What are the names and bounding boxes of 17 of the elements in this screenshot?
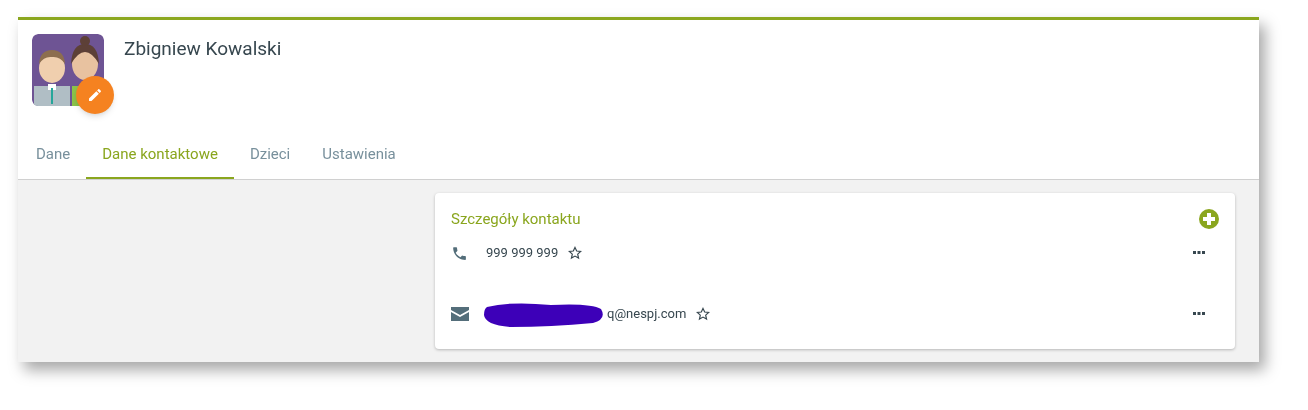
star-icon[interactable] (568, 246, 583, 260)
tab[interactable]: Dzieci (233, 132, 307, 179)
envelope-icon (451, 307, 469, 321)
add-icon[interactable] (1199, 209, 1219, 229)
card-title: Szczegóły kontaktu (451, 208, 581, 230)
more-icon[interactable] (1193, 312, 1205, 316)
contact-value: q@nespj.com (607, 305, 687, 324)
edit-button[interactable] (76, 76, 114, 114)
tab[interactable]: Dane (20, 132, 87, 179)
star-icon[interactable] (696, 307, 711, 321)
pencil-icon (87, 87, 103, 103)
more-icon[interactable] (1193, 251, 1205, 255)
phone-icon (451, 244, 468, 262)
profile-name: Zbigniew Kowalski (124, 36, 282, 62)
tab[interactable]: Dane kontaktowe (86, 132, 234, 179)
tab[interactable]: Ustawienia (306, 132, 412, 179)
contact-value: 999 999 999 (486, 244, 559, 263)
